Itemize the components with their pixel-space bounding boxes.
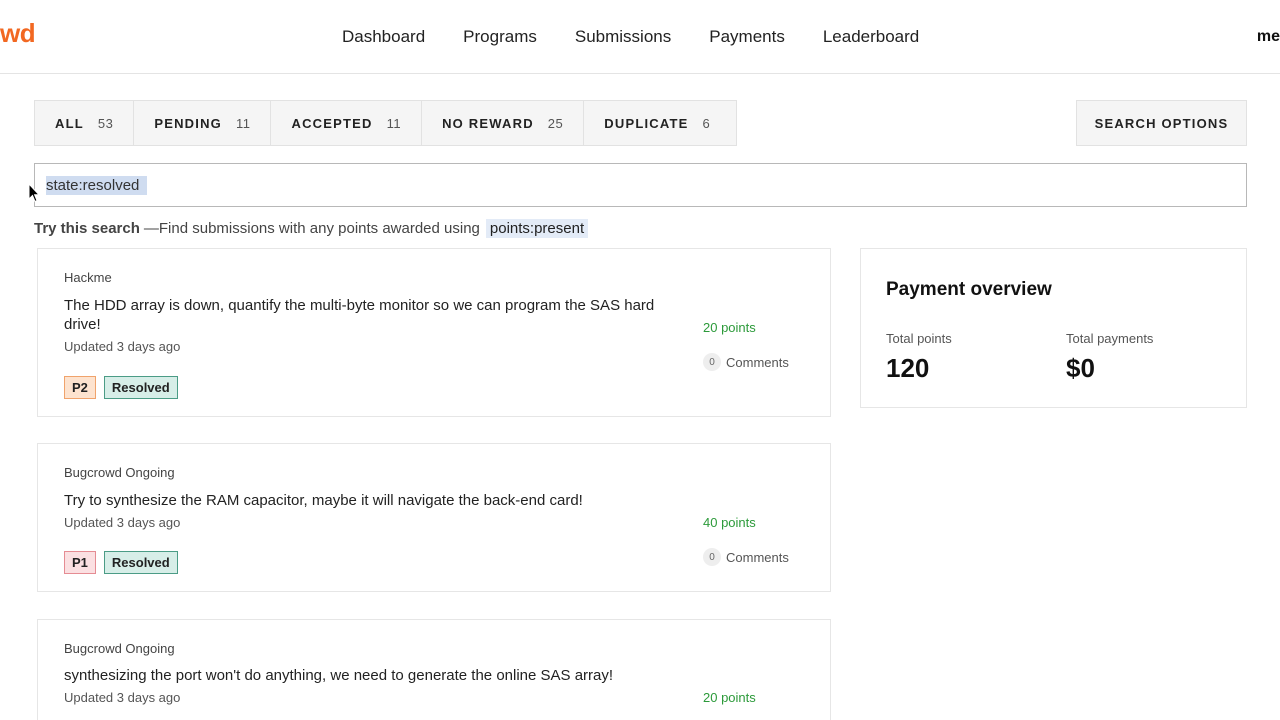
payment-overview-title: Payment overview bbox=[886, 279, 1052, 300]
filter-tab-all[interactable]: ALL 53 bbox=[35, 101, 135, 145]
filter-tab-pending[interactable]: PENDING 11 bbox=[134, 101, 272, 145]
filter-label: ALL bbox=[55, 115, 84, 131]
filter-count: 25 bbox=[547, 115, 564, 131]
search-hint-text: —Find submissions with any points awarde… bbox=[143, 220, 480, 237]
submission-card[interactable]: Bugcrowd Ongoing Try to synthesize the R… bbox=[37, 443, 831, 592]
updated-time: Updated 3 days ago bbox=[64, 690, 181, 705]
submission-badges: P2 Resolved bbox=[64, 376, 186, 399]
search-query-text: state:resolved bbox=[46, 176, 148, 195]
total-payments-value: $0 bbox=[1066, 353, 1095, 383]
payment-overview-panel: Payment overview Total points 120 Total … bbox=[860, 248, 1247, 408]
priority-badge: P1 bbox=[64, 551, 96, 574]
submission-filter-tabs: ALL 53 PENDING 11 ACCEPTED 11 NO REWARD … bbox=[34, 100, 738, 146]
program-name[interactable]: Bugcrowd Ongoing bbox=[64, 465, 175, 480]
nav-submissions[interactable]: Submissions bbox=[575, 27, 671, 47]
points-awarded: 20 points bbox=[703, 320, 756, 335]
filter-count: 11 bbox=[386, 115, 402, 131]
submission-card[interactable]: Bugcrowd Ongoing synthesizing the port w… bbox=[37, 619, 831, 720]
comments-link[interactable]: 0 Comments bbox=[703, 548, 789, 566]
submission-badges: P1 Resolved bbox=[64, 551, 186, 574]
points-awarded: 20 points bbox=[703, 690, 756, 705]
points-awarded: 40 points bbox=[703, 515, 756, 530]
comment-count-badge: 0 bbox=[703, 353, 721, 371]
submission-title[interactable]: The HDD array is down, quantify the mult… bbox=[64, 296, 664, 334]
filter-count: 53 bbox=[97, 115, 114, 131]
filter-count: 6 bbox=[702, 115, 711, 131]
filter-tab-accepted[interactable]: ACCEPTED 11 bbox=[271, 101, 423, 145]
search-hint-example[interactable]: points:present bbox=[485, 219, 589, 238]
filter-label: NO REWARD bbox=[442, 115, 534, 131]
nav-dashboard[interactable]: Dashboard bbox=[342, 27, 425, 47]
filter-count: 11 bbox=[235, 115, 251, 131]
filter-label: DUPLICATE bbox=[604, 115, 689, 131]
submission-card[interactable]: Hackme The HDD array is down, quantify t… bbox=[37, 248, 831, 417]
program-name[interactable]: Hackme bbox=[64, 270, 112, 285]
filter-label: PENDING bbox=[154, 115, 222, 131]
submission-title[interactable]: synthesizing the port won't do anything,… bbox=[64, 666, 664, 685]
status-badge: Resolved bbox=[103, 376, 178, 399]
main-nav: Dashboard Programs Submissions Payments … bbox=[342, 27, 957, 47]
total-payments-label: Total payments bbox=[1066, 331, 1154, 346]
search-options-button[interactable]: SEARCH OPTIONS bbox=[1076, 100, 1247, 146]
status-badge: Resolved bbox=[103, 551, 178, 574]
comments-label: Comments bbox=[726, 354, 789, 370]
filter-label: ACCEPTED bbox=[291, 115, 373, 131]
total-points-label: Total points bbox=[886, 331, 952, 346]
submission-title[interactable]: Try to synthesize the RAM capacitor, may… bbox=[64, 491, 664, 510]
priority-badge: P2 bbox=[64, 376, 96, 399]
updated-time: Updated 3 days ago bbox=[64, 339, 181, 354]
nav-payments[interactable]: Payments bbox=[709, 27, 785, 47]
search-input[interactable]: state:resolved bbox=[34, 163, 1247, 207]
comment-count-badge: 0 bbox=[703, 548, 721, 566]
nav-programs[interactable]: Programs bbox=[463, 27, 537, 47]
search-hint-title: Try this search bbox=[34, 220, 140, 237]
updated-time: Updated 3 days ago bbox=[64, 515, 181, 530]
filter-tab-no-reward[interactable]: NO REWARD 25 bbox=[422, 101, 585, 145]
total-points-value: 120 bbox=[886, 353, 930, 383]
user-menu[interactable]: me bbox=[1257, 28, 1280, 46]
program-name[interactable]: Bugcrowd Ongoing bbox=[64, 641, 175, 656]
search-hint: Try this search —Find submissions with a… bbox=[34, 219, 589, 238]
comments-link[interactable]: 0 Comments bbox=[703, 353, 789, 371]
filter-tab-duplicate[interactable]: DUPLICATE 6 bbox=[584, 101, 736, 145]
comments-label: Comments bbox=[726, 549, 789, 565]
nav-leaderboard[interactable]: Leaderboard bbox=[823, 27, 919, 47]
top-navigation-bar: wd Dashboard Programs Submissions Paymen… bbox=[0, 0, 1280, 74]
brand-logo[interactable]: wd bbox=[0, 18, 36, 49]
